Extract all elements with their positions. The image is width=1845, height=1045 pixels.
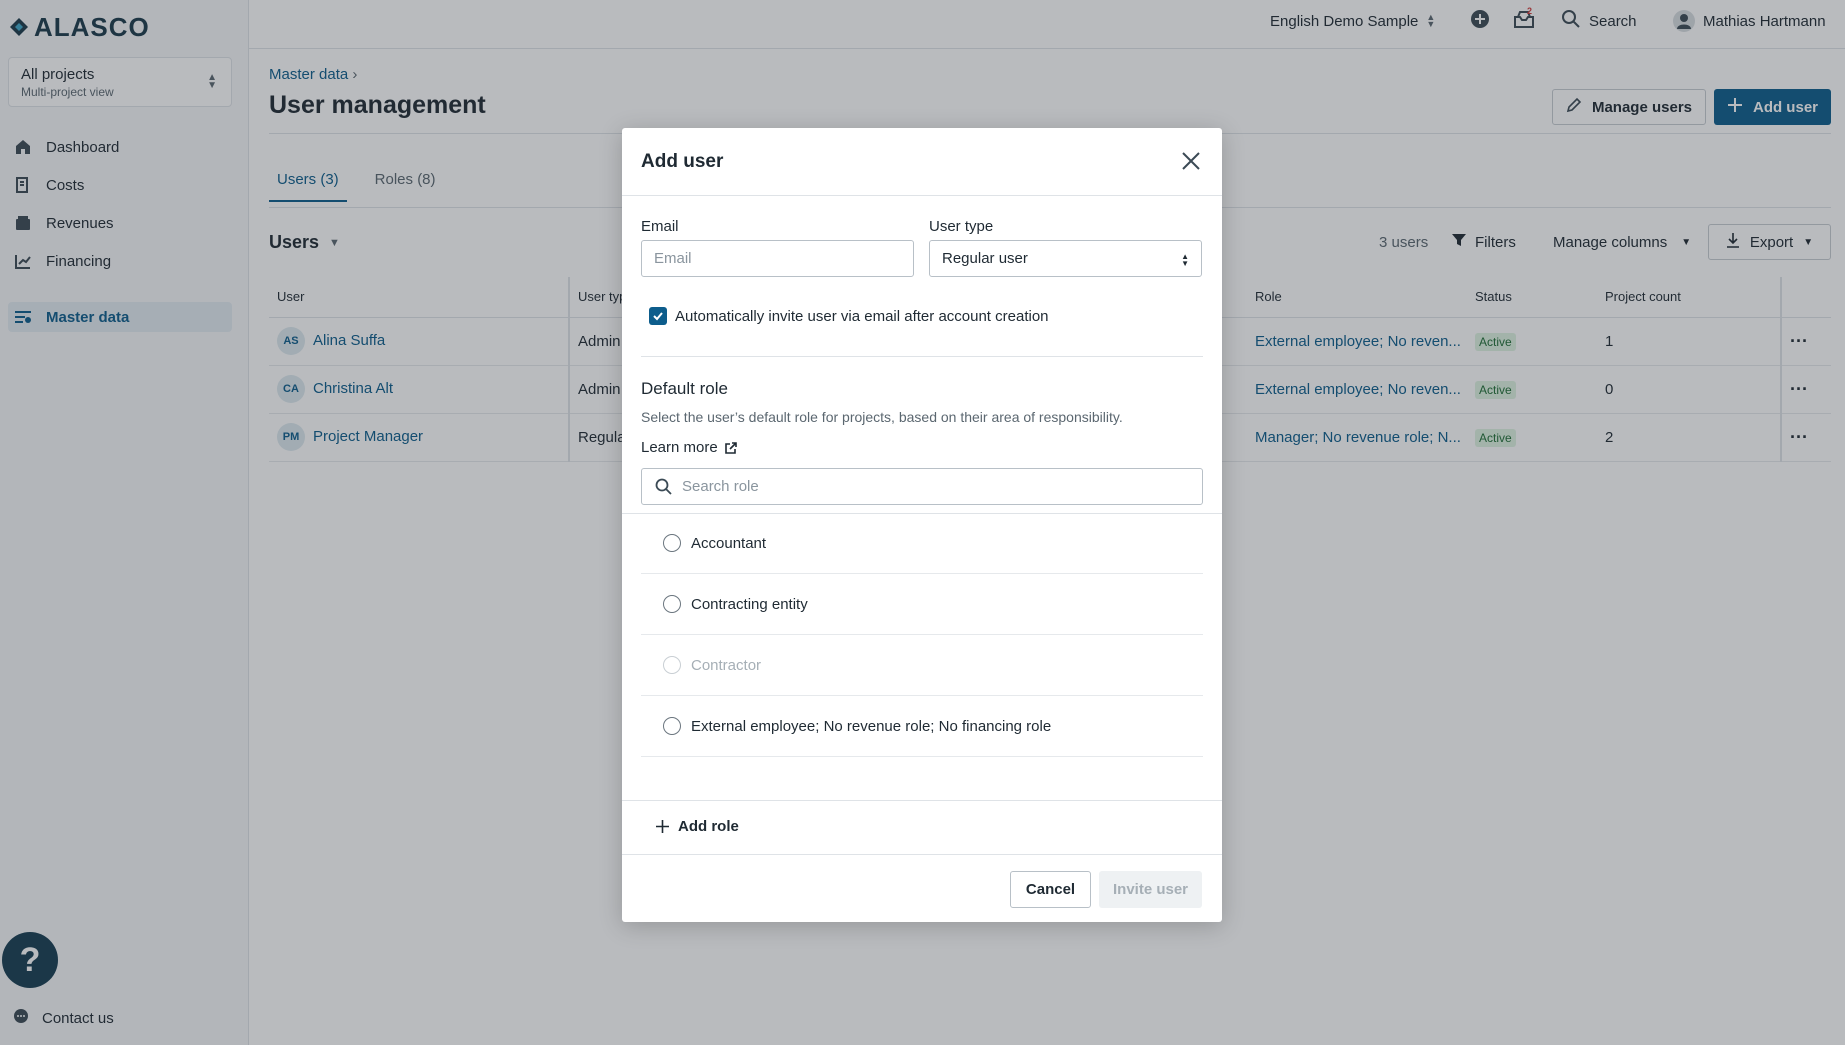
role-label: Accountant [691,534,767,552]
role-label: Contractor [691,656,762,674]
cancel-button[interactable]: Cancel [1010,871,1091,908]
check-icon [653,312,663,321]
search-role-input[interactable] [641,468,1203,505]
auto-invite-checkbox[interactable] [649,307,667,325]
plus-icon [656,820,669,833]
role-list: Accountant Contracting entity Contractor… [641,513,1203,800]
role-label: External employee; No revenue role; No f… [691,717,1052,735]
radio-button[interactable] [663,717,681,735]
user-type-label: User type [929,218,994,235]
radio-button[interactable] [663,595,681,613]
email-label: Email [641,218,679,235]
role-option-contractor: Contractor [641,635,1203,696]
role-label: Contracting entity [691,595,808,613]
close-icon[interactable] [1180,150,1202,172]
invite-user-button[interactable]: Invite user [1099,871,1202,908]
external-link-icon [724,441,737,454]
role-option-accountant[interactable]: Accountant [641,513,1203,574]
default-role-description: Select the user’s default role for proje… [641,409,1123,425]
user-type-value: Regular user [942,250,1028,267]
dialog-title: Add user [641,151,724,172]
email-field[interactable] [641,240,914,277]
learn-more-label: Learn more [641,439,718,456]
chevron-updown-icon: ▲ ▼ [1181,252,1189,268]
add-role-label: Add role [678,818,739,835]
default-role-title: Default role [641,379,728,398]
auto-invite-label: Automatically invite user via email afte… [675,308,1049,325]
learn-more-link[interactable]: Learn more [641,439,738,456]
radio-button[interactable] [663,534,681,552]
add-user-dialog: Add user Email User type Regular user ▲▼… [622,128,1222,922]
add-role-button[interactable]: Add role [655,818,739,835]
radio-button [663,656,681,674]
role-option-external-employee[interactable]: External employee; No revenue role; No f… [641,696,1203,757]
user-type-select[interactable]: Regular user ▲ ▼ [929,240,1202,277]
role-option-contracting-entity[interactable]: Contracting entity [641,574,1203,635]
search-icon [655,478,672,495]
search-role-box [641,468,1203,505]
